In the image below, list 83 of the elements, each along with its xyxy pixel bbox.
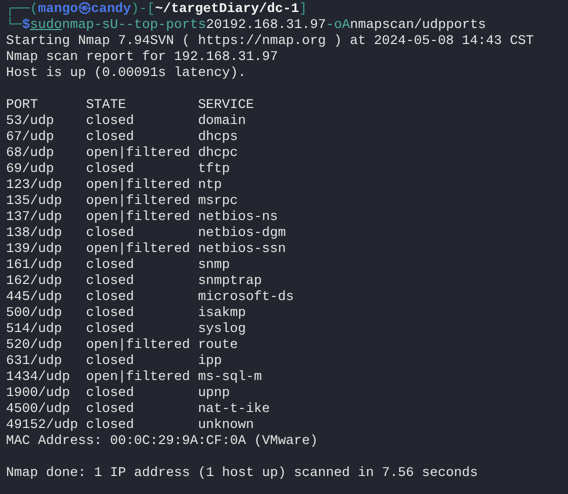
table-cell-text: 138/udp [6, 226, 63, 242]
table-cell-text: closed [86, 162, 135, 178]
prompt-frame: └─ [6, 18, 22, 34]
table-cell-text: 161/udp [6, 258, 63, 274]
table-cell-text: 53/udp [6, 114, 55, 130]
table-cell-text: ntp [198, 178, 223, 194]
table-cell-text: open|filtered [86, 178, 191, 194]
table-cell-text: 1900/udp [6, 386, 71, 402]
prompt-frame: ] [298, 2, 307, 18]
table-cell-text: closed [86, 402, 135, 418]
table-cell-text: 162/udp [6, 274, 63, 290]
prompt-frame: ┌──( [6, 2, 38, 18]
table-cell-text: ipp [198, 354, 223, 370]
table-cell-text: snmp [198, 258, 231, 274]
table-cell-text: 139/udp [6, 242, 63, 258]
table-cell-text: 68/udp [6, 146, 55, 162]
table-cell-text: nat-t-ike [198, 402, 271, 418]
table-cell-text: domain [198, 114, 247, 130]
command-word: sudo [30, 18, 62, 34]
table-cell-text: 445/udp [6, 290, 63, 306]
prompt-symbol: $ [22, 18, 30, 34]
table-cell-text: 123/udp [6, 178, 63, 194]
table-cell-text: closed [86, 258, 135, 274]
table-cell-text: open|filtered [86, 338, 191, 354]
command-word: nmapscan/udpports [350, 18, 486, 34]
command-word: -sU [94, 18, 118, 34]
table-cell-text: 520/udp [6, 338, 63, 354]
prompt-path: ~/targetDiary/dc-1 [154, 2, 299, 18]
table-cell-text: dhcps [198, 130, 239, 146]
table-cell-text: closed [86, 290, 135, 306]
table-cell-text: 137/udp [6, 210, 63, 226]
table-cell-text: closed [86, 306, 135, 322]
table-cell-text: unknown [198, 418, 255, 434]
column-header: SERVICE [198, 98, 255, 114]
table-cell-text: snmptrap [198, 274, 263, 290]
table-cell-text: closed [86, 418, 135, 434]
command-word: --top-ports [118, 18, 206, 34]
table-cell-text: 135/udp [6, 194, 63, 210]
table-cell-text: route [198, 338, 239, 354]
table-cell-text: 500/udp [6, 306, 63, 322]
output-line: Nmap scan report for 192.168.31.97 [6, 50, 279, 66]
table-cell-text: netbios-ns [198, 210, 279, 226]
prompt-frame: )-[ [130, 2, 155, 18]
table-cell-text: netbios-ssn [198, 242, 287, 258]
table-cell-text: closed [86, 130, 135, 146]
command-word: 192.168.31.97 [222, 18, 326, 34]
table-cell-text: open|filtered [86, 210, 191, 226]
table-cell-text: 69/udp [6, 162, 55, 178]
table-cell-text: closed [86, 226, 135, 242]
command-word: -oA [326, 18, 350, 34]
table-cell-text: 4500/udp [6, 402, 71, 418]
command-word: 20 [206, 18, 222, 34]
output-line: Starting Nmap 7.94SVN ( https://nmap.org ) at 2024-05-08 14:43 CST [6, 34, 535, 50]
table-cell-text: ms-sql-m [198, 370, 263, 386]
table-cell-text: dhcpc [198, 146, 239, 162]
prompt-user: mango㉿candy [38, 2, 131, 18]
table-cell-text: closed [86, 114, 135, 130]
output-line: Nmap done: 1 IP address (1 host up) scanned in 7.56 seconds [6, 466, 479, 482]
table-cell-text: open|filtered [86, 194, 191, 210]
table-cell-text: 1434/udp [6, 370, 71, 386]
table-cell-text: 514/udp [6, 322, 63, 338]
column-header: PORT [6, 98, 39, 114]
table-cell-text: closed [86, 386, 135, 402]
table-cell-text: tftp [198, 162, 231, 178]
command-word: nmap [62, 18, 94, 34]
column-header: STATE [86, 98, 127, 114]
table-cell-text: closed [86, 274, 135, 290]
table-cell-text: open|filtered [86, 370, 191, 386]
table-cell: microsoft-ds [198, 290, 294, 306]
table-cell-text: upnp [198, 386, 231, 402]
output-line: MAC Address: 00:0C:29:9A:CF:0A (VMware) [6, 434, 319, 450]
output-line: Host is up (0.00091s latency). [6, 66, 247, 82]
table-cell-text: open|filtered [86, 146, 191, 162]
table-cell-text: isakmp [198, 306, 247, 322]
table-cell-text: 49152/udp [6, 418, 79, 434]
table-cell-text: syslog [198, 322, 247, 338]
table-cell-text: netbios-dgm [198, 226, 287, 242]
table-cell-text: msrpc [198, 194, 239, 210]
table-cell-text: 67/udp [6, 130, 55, 146]
table-cell-text: 631/udp [6, 354, 63, 370]
table-cell-text: open|filtered [86, 242, 191, 258]
table-cell-text: closed [86, 354, 135, 370]
table-cell-text: closed [86, 322, 135, 338]
